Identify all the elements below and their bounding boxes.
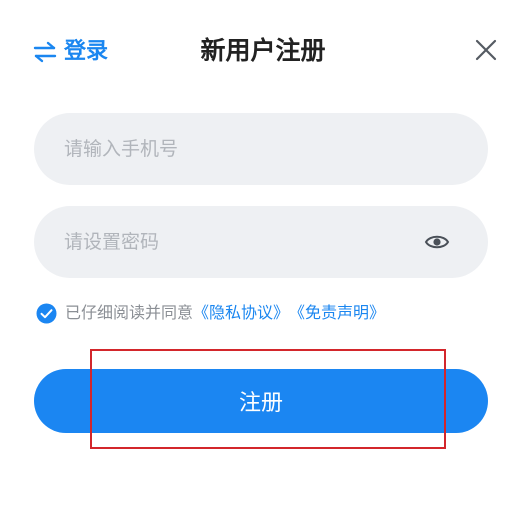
login-switch-link[interactable]: 登录	[32, 36, 108, 68]
password-input[interactable]	[64, 206, 404, 278]
header: 登录 新用户注册	[0, 0, 526, 100]
login-label: 登录	[64, 39, 109, 64]
eye-icon[interactable]	[424, 230, 450, 254]
checkbox-checked-icon[interactable]	[36, 303, 57, 324]
phone-field	[34, 113, 488, 185]
register-button[interactable]: 注册	[34, 369, 488, 433]
switch-arrows-icon	[33, 41, 57, 63]
agreement-row: 已仔细阅读并同意 《隐私协议》 《免责声明》	[36, 300, 385, 326]
close-icon[interactable]	[473, 37, 499, 63]
agreement-text: 已仔细阅读并同意	[65, 303, 194, 322]
page-title: 新用户注册	[200, 36, 326, 65]
privacy-policy-link[interactable]: 《隐私协议》	[193, 300, 289, 326]
phone-input[interactable]	[64, 113, 464, 185]
password-field	[34, 206, 488, 278]
disclaimer-link[interactable]: 《免责声明》	[289, 300, 385, 326]
